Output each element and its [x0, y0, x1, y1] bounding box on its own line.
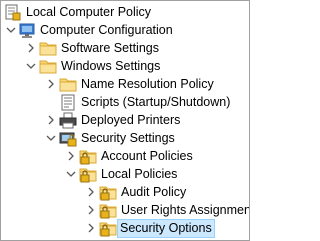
chevron-down-icon[interactable]: [6, 25, 16, 35]
tree-item-label: User Rights Assignment: [121, 203, 250, 217]
chevron-right-icon[interactable]: [66, 151, 76, 161]
chevron-right-icon[interactable]: [46, 115, 56, 125]
folder-lock-icon: [99, 184, 117, 201]
tree-item-label: Scripts (Startup/Shutdown): [81, 95, 231, 109]
printer-icon: [59, 112, 77, 129]
tree-item-label: Software Settings: [61, 41, 159, 55]
chevron-right-icon[interactable]: [46, 79, 56, 89]
chevron-right-icon[interactable]: [86, 205, 96, 215]
tree-view: Local Computer Policy Computer Configura…: [0, 0, 250, 241]
chevron-right-icon[interactable]: [86, 223, 96, 233]
tree-item-security-options[interactable]: Security Options: [1, 218, 249, 240]
tree-item-label: Local Policies: [101, 167, 178, 181]
tree-item-label: Audit Policy: [121, 185, 187, 199]
folder-lock-icon: [79, 166, 97, 183]
chevron-right-icon[interactable]: [86, 187, 96, 197]
scripts-icon: [59, 94, 77, 111]
folder-icon: [39, 40, 57, 57]
chevron-down-icon[interactable]: [26, 61, 36, 71]
folder-lock-icon: [99, 220, 117, 237]
security-settings-icon: [59, 130, 77, 147]
policy-icon: [4, 4, 22, 21]
tree-item-label: Deployed Printers: [81, 113, 181, 127]
tree-item-label: Security Options: [117, 219, 215, 238]
tree-item-label: Local Computer Policy: [26, 5, 152, 19]
folder-icon: [59, 76, 77, 93]
folder-lock-icon: [79, 148, 97, 165]
folder-icon: [39, 58, 57, 75]
tree-item-label: Account Policies: [101, 149, 193, 163]
chevron-down-icon[interactable]: [46, 133, 56, 143]
tree-item-label: Windows Settings: [61, 59, 161, 73]
tree-item-label: Name Resolution Policy: [81, 77, 214, 91]
computer-icon: [18, 22, 36, 39]
chevron-down-icon[interactable]: [66, 169, 76, 179]
tree-item-label: Security Settings: [81, 131, 175, 145]
tree-item-label: Computer Configuration: [40, 23, 173, 37]
chevron-right-icon[interactable]: [26, 43, 36, 53]
folder-lock-icon: [99, 202, 117, 219]
